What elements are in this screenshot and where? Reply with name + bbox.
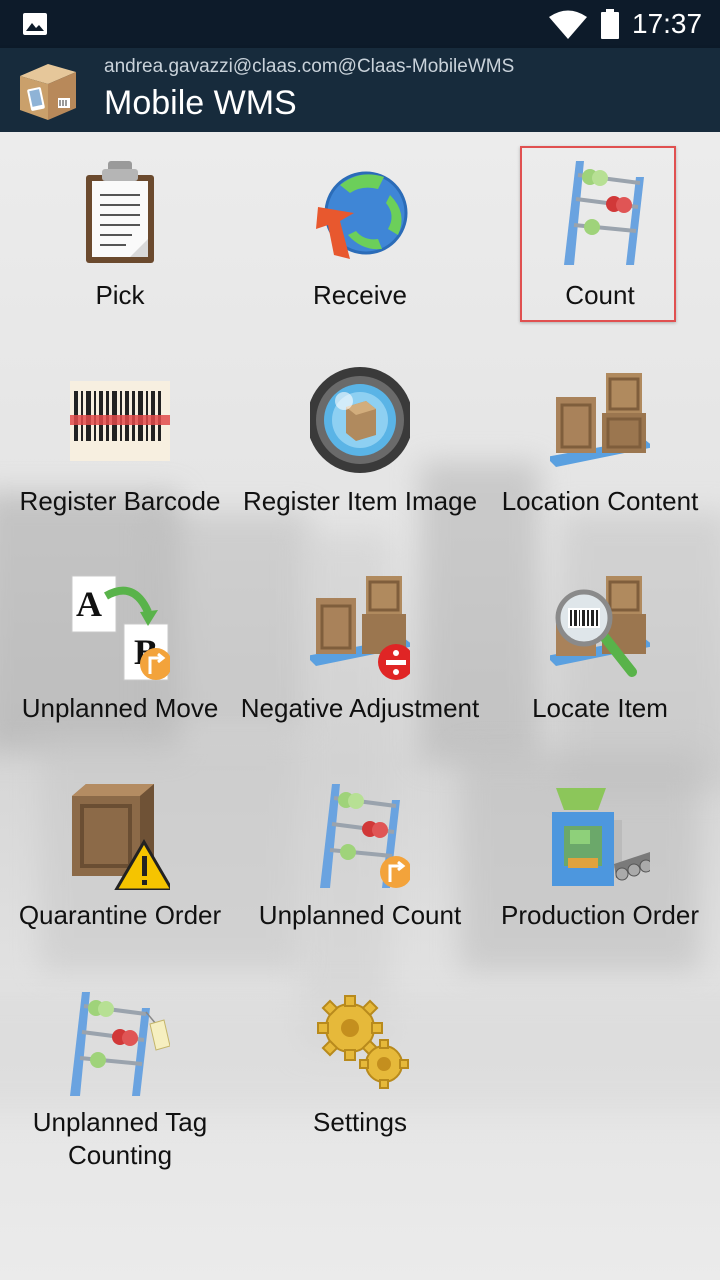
menu-item-unplanned-move[interactable]: A B Unplanned Move [0,572,240,762]
receive-globe-icon [316,171,408,259]
menu-item-location-content[interactable]: Location Content [480,365,720,555]
menu-item-label: Count [565,280,635,310]
menu-item-quarantine-order[interactable]: Quarantine Order [0,780,240,940]
menu-item-register-item-image[interactable]: Register Item Image [240,365,480,555]
move-a-to-b-icon: A B [71,575,170,681]
menu-item-label: Unplanned Tag Counting [32,1107,208,1170]
menu-item-settings[interactable]: Settings [240,988,480,1148]
menu-item-pick[interactable]: Pick [0,155,240,315]
production-machine-icon [552,788,650,886]
menu-item-unplanned-count[interactable]: Unplanned Count [240,780,480,940]
menu-item-label: Locate Item [532,693,668,723]
boxes-magnifier-icon [550,576,650,677]
abacus-icon [564,161,644,265]
barcode-icon [70,381,170,461]
abacus-tag-icon [70,992,170,1096]
svg-text:A: A [76,584,102,624]
menu-item-label: Register Item Image [242,486,478,516]
menu-item-locate-item[interactable]: Locate Item [480,572,720,762]
menu-item-label: Settings [313,1107,407,1137]
clipboard-icon [86,161,154,263]
account-label: andrea.gavazzi@claas.com@Claas-MobileWMS [104,56,515,77]
status-time: 17:37 [632,8,703,39]
menu-item-label: Receive [313,280,407,310]
menu-item-label: Unplanned Count [258,900,462,930]
menu-item-label: Unplanned Move [21,693,219,723]
image-icon [23,13,47,35]
gears-icon [317,995,409,1089]
menu-item-label: Production Order [501,900,699,930]
app-title: Mobile WMS [104,84,297,122]
crate-warning-icon [72,784,170,890]
menu-item-label: Pick [95,280,145,310]
menu-item-label: Negative Adjustment [240,693,480,723]
menu-item-count[interactable]: Count [480,155,720,315]
menu-item-negative-adjustment[interactable]: Negative Adjustment [240,572,480,762]
menu-item-unplanned-tag-counting[interactable]: Unplanned Tag Counting [0,988,240,1178]
abacus-arrow-icon [320,784,410,888]
menu-item-label: Location Content [501,486,699,516]
menu-item-register-barcode[interactable]: Register Barcode [0,365,240,555]
boxes-minus-icon [310,576,410,680]
menu-item-production-order[interactable]: Production Order [480,780,720,940]
menu-item-receive[interactable]: Receive [240,155,480,315]
camera-lens-icon [310,367,410,473]
boxes-pallet-icon [550,373,650,467]
box-phone-logo[interactable] [14,58,80,122]
wifi-icon [549,10,587,39]
menu-item-label: Quarantine Order [18,900,222,930]
status-bar: 17:37 [0,0,720,48]
menu-item-label: Register Barcode [19,486,221,516]
battery-icon [601,9,619,39]
app-bar: andrea.gavazzi@claas.com@Claas-MobileWMS… [0,48,720,132]
